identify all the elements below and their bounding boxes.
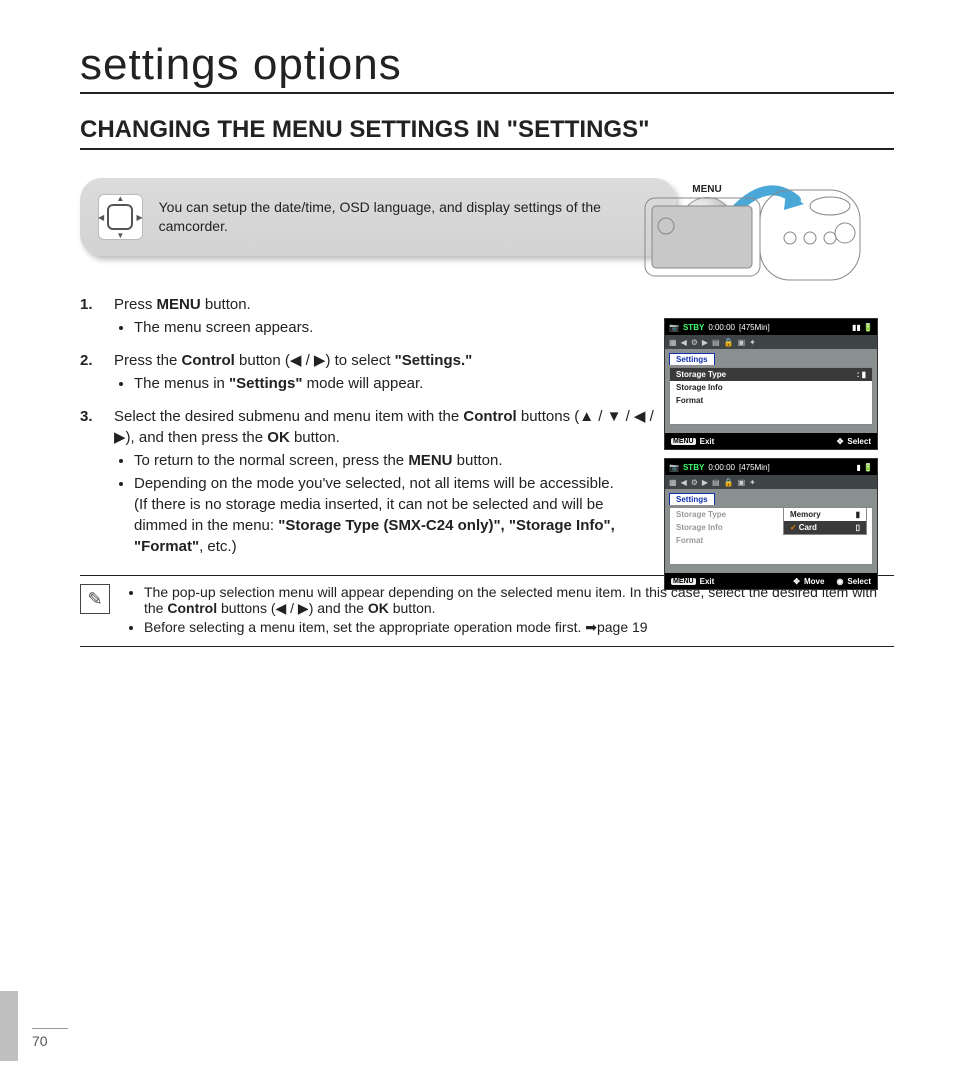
bold: Control (167, 600, 217, 616)
page-edge-tab (0, 991, 18, 1061)
bold: MENU (408, 452, 452, 469)
text: Select the desired submenu and menu item… (114, 408, 463, 425)
bullet: Depending on the mode you've selected, n… (134, 473, 660, 557)
step-3: 3. Select the desired submenu and menu i… (80, 406, 660, 561)
menu-row-dimmed: Format (670, 534, 872, 547)
bullet: To return to the normal screen, press th… (134, 450, 660, 471)
exit-label: Exit (700, 437, 715, 446)
step-2: 2. Press the Control button (◀ / ▶) to s… (80, 350, 660, 398)
text: button (◀ / ▶) to select (235, 352, 395, 369)
menu-row: Storage Info (670, 381, 872, 394)
lcd-screenshot-1: 📷STBY 0:00:00 [475Min] ▮▮ 🔋 ▦◀⚙▶▤🔒▣✦ Set… (664, 318, 878, 450)
stby-label: STBY (683, 463, 704, 472)
bold: MENU (157, 296, 201, 313)
steps-list: 1. Press MENU button. The menu screen ap… (80, 294, 660, 561)
settings-tab: Settings (669, 353, 715, 365)
time-label: 0:00:00 (708, 323, 735, 332)
page-number: 70 (32, 1028, 68, 1049)
bullet: The menu screen appears. (134, 317, 313, 338)
select-label: Select (847, 437, 871, 446)
note-item: Before selecting a menu item, set the ap… (144, 619, 894, 636)
exit-label: Exit (700, 577, 715, 586)
popup-row-selected: ✓Card▯ (784, 521, 866, 534)
text: button. (201, 296, 251, 313)
text: button. (290, 429, 340, 446)
text: buttons (◀ / ▶) and the (217, 600, 368, 616)
bold: Control (182, 352, 235, 369)
bold: "Settings." (395, 352, 473, 369)
camcorder-illustration (640, 178, 870, 288)
remain-label: [475Min] (739, 323, 770, 332)
text: Depending on the mode you've selected, n… (134, 475, 614, 492)
text: button. (452, 452, 502, 469)
lcd-screenshot-2: 📷STBY 0:00:00 [475Min] ▮ 🔋 ▦◀⚙▶▤🔒▣✦ Sett… (664, 458, 878, 590)
bold: OK (368, 600, 389, 616)
menu-badge: MENU (671, 438, 696, 445)
text: , etc.) (199, 538, 237, 555)
text: Press (114, 296, 157, 313)
stby-label: STBY (683, 323, 704, 332)
select-label: Select (847, 577, 871, 586)
move-label: Move (804, 577, 824, 586)
settings-tab: Settings (669, 493, 715, 505)
page-title: settings options (80, 40, 894, 94)
menu-badge: MENU (671, 578, 696, 585)
bold: "Settings" (229, 375, 302, 392)
text: mode will appear. (302, 375, 423, 392)
text: The menus in (134, 375, 229, 392)
text: To return to the normal screen, press th… (134, 452, 408, 469)
text: button. (389, 600, 436, 616)
note-icon: ✎ (80, 584, 110, 614)
time-label: 0:00:00 (708, 463, 735, 472)
menu-row: Format (670, 394, 872, 407)
info-text: You can setup the date/time, OSD languag… (159, 198, 658, 236)
menu-row-selected: Storage Type: ▮ (670, 368, 872, 381)
bold: OK (267, 429, 290, 446)
control-pad-icon: ▲▼ ◀▶ (98, 194, 143, 240)
step-1: 1. Press MENU button. The menu screen ap… (80, 294, 660, 342)
info-capsule: ▲▼ ◀▶ You can setup the date/time, OSD l… (80, 178, 676, 256)
bold: Control (463, 408, 516, 425)
section-heading: CHANGING THE MENU SETTINGS IN "SETTINGS" (80, 116, 894, 150)
bullet: The menus in "Settings" mode will appear… (134, 373, 472, 394)
text: Press the (114, 352, 182, 369)
remain-label: [475Min] (739, 463, 770, 472)
popup-menu: Memory▮ ✓Card▯ (783, 507, 867, 535)
popup-row: Memory▮ (784, 508, 866, 521)
